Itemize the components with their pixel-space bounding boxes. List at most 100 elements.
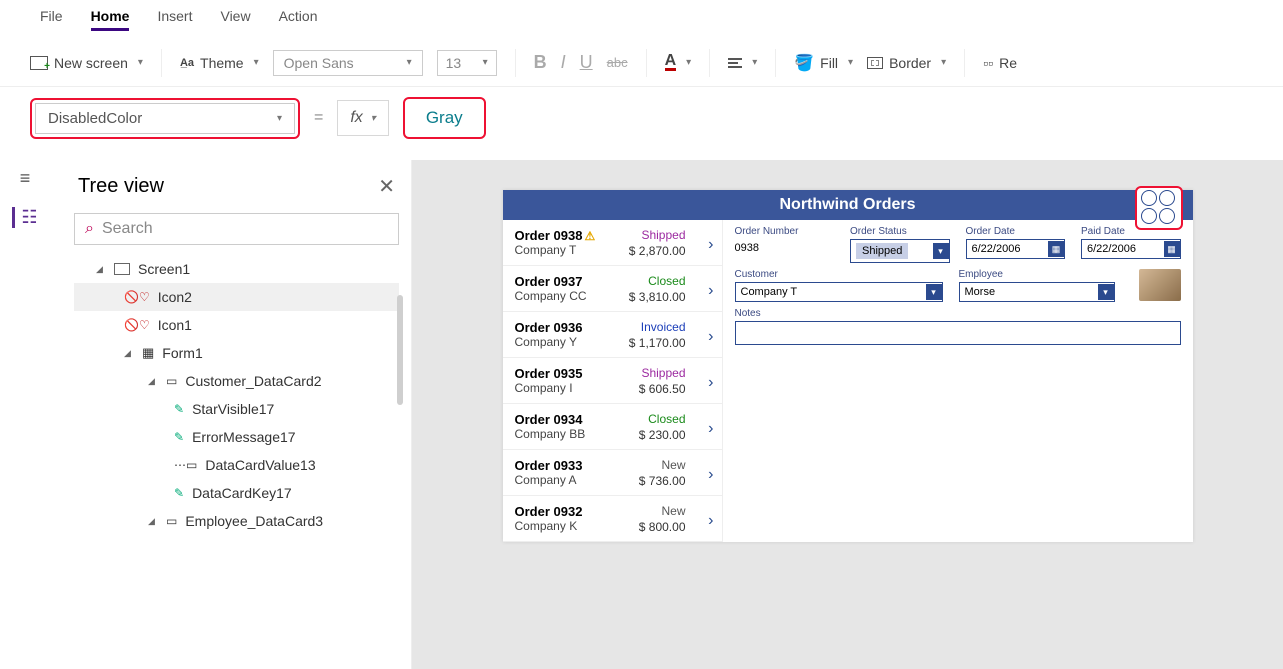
menu-insert[interactable]: Insert [157,8,192,31]
theme-button[interactable]: A̲а Theme ▾ [180,55,259,71]
separator [515,49,516,77]
reorder-icon: ▫▫ [983,55,993,71]
tree-scrollbar[interactable] [397,295,403,405]
menu-home[interactable]: Home [91,8,130,31]
font-family-select[interactable]: Open Sans ▾ [273,50,423,76]
fill-button[interactable]: 🪣 Fill ▾ [794,53,853,73]
label-icon: ✎ [174,402,184,416]
chevron-right-icon: › [708,466,713,484]
border-button[interactable]: Border ▾ [867,55,946,71]
fx-button[interactable]: fx▾ [344,109,381,127]
label-icon: ✎ [174,486,184,500]
order-list-item[interactable]: Order 0935 Company I Shipped $ 606.50 › [503,358,722,404]
app-preview: Northwind Orders Order 0938⚠ Company T S… [503,190,1193,542]
chevron-right-icon: › [708,374,713,392]
font-size-select[interactable]: 13 ▾ [437,50,497,76]
tree-view-icon[interactable]: ☷ [12,207,37,228]
order-list-item[interactable]: Order 0938⚠ Company T Shipped $ 2,870.00… [503,220,722,266]
tree-search-input[interactable]: ⌕ Search [74,213,399,245]
tree-node-icon1[interactable]: 🚫♡ Icon1 [74,311,399,339]
tree-node-icon2[interactable]: 🚫♡Icon2 [74,283,399,311]
employee-label: Employee [959,269,1115,280]
order-date-picker[interactable]: 6/22/2006▦ [966,239,1066,259]
employee-dropdown[interactable]: Morse▾ [959,282,1115,302]
order-status-value: Shipped [856,243,908,259]
menu-action[interactable]: Action [279,8,318,31]
sync-icon: 🚫♡ [124,318,150,332]
tree: ◢Screen1 🚫♡Icon2 🚫♡ Icon1 ◢▦Form1 ◢▭Custo… [74,255,399,535]
notes-input[interactable] [735,321,1181,345]
formula-bar: DisabledColor ▾ = fx▾ Gray [0,87,1283,149]
reorder-button[interactable]: ▫▫ Re [983,55,1017,71]
new-screen-button[interactable]: + New screen ▾ [30,55,143,71]
hamburger-icon[interactable]: ≡ [20,168,31,189]
node-label: StarVisible17 [192,401,274,417]
tree-node-customer-datacard[interactable]: ◢▭Customer_DataCard2 [74,367,399,395]
chevron-down-icon: ▾ [686,57,691,68]
font-color-button[interactable]: A ▾ [665,54,692,71]
customer-value: Company T [741,286,798,298]
separator [161,49,162,77]
annotation-property: DisabledColor ▾ [30,98,300,139]
font-color-icon: A [665,54,677,71]
input-icon: ⋯▭ [174,458,197,472]
order-status: Shipped [641,228,685,242]
property-value: DisabledColor [48,110,142,127]
tree-node-form1[interactable]: ◢▦Form1 [74,339,399,367]
order-list-item[interactable]: Order 0933 Company A New $ 736.00 › [503,450,722,496]
collapse-caret-icon: ◢ [148,516,158,527]
order-list-item[interactable]: Order 0934 Company BB Closed $ 230.00 › [503,404,722,450]
left-rail: ≡ ☷ [0,160,50,228]
node-label: DataCardValue13 [205,457,315,473]
border-icon [867,57,883,69]
chevron-down-icon: ▾ [277,113,282,124]
order-status-dropdown[interactable]: Shipped▾ [850,239,950,263]
order-status: Closed [648,274,685,288]
tree-node-screen1[interactable]: ◢Screen1 [74,255,399,283]
order-gallery[interactable]: Order 0938⚠ Company T Shipped $ 2,870.00… [503,220,723,542]
paid-date-picker[interactable]: 6/22/2006▦ [1081,239,1181,259]
chevron-right-icon: › [708,420,713,438]
strikethrough-button[interactable]: abc [607,55,628,70]
tree-node-employee-datacard[interactable]: ◢▭Employee_DataCard3 [74,507,399,535]
align-button[interactable]: ▾ [728,57,757,68]
separator [709,49,710,77]
screen-icon: + [30,56,48,70]
sync-icon: 🚫♡ [124,290,150,304]
theme-icon: A̲а [180,57,194,69]
border-label: Border [889,55,931,71]
chevron-down-icon: ▾ [483,57,488,68]
tree-node-datacardvalue[interactable]: ⋯▭ DataCardValue13 [74,451,399,479]
bold-button[interactable]: B [534,52,547,73]
order-amount: $ 800.00 [639,520,686,534]
node-label: Customer_DataCard2 [185,373,321,389]
tree-node-errormessage[interactable]: ✎ErrorMessage17 [74,423,399,451]
separator [964,49,965,77]
reorder-label: Re [999,55,1017,71]
menu-file[interactable]: File [40,8,63,31]
theme-label: Theme [200,55,244,71]
close-icon[interactable]: ✕ [378,174,395,199]
underline-button[interactable]: U [580,52,593,73]
employee-photo [1139,269,1181,301]
italic-button[interactable]: I [561,52,566,73]
node-label: Icon1 [158,317,192,333]
tree-node-starvisible[interactable]: ✎ StarVisible17 [74,395,399,423]
order-amount: $ 3,810.00 [629,290,686,304]
order-list-item[interactable]: Order 0932 Company K New $ 800.00 › [503,496,722,542]
order-list-item[interactable]: Order 0936 Company Y Invoiced $ 1,170.00… [503,312,722,358]
detail-form: Order Number0938 Order StatusShipped▾ Or… [723,220,1193,542]
canvas: Northwind Orders Order 0938⚠ Company T S… [412,160,1283,669]
order-status: Closed [648,412,685,426]
property-select[interactable]: DisabledColor ▾ [35,103,295,134]
node-label: DataCardKey17 [192,485,292,501]
order-list-item[interactable]: Order 0937 Company CC Closed $ 3,810.00 … [503,266,722,312]
tree-node-datacardkey[interactable]: ✎ DataCardKey17 [74,479,399,507]
menu-view[interactable]: View [220,8,250,31]
customer-dropdown[interactable]: Company T▾ [735,282,943,302]
fill-icon: 🪣 [794,53,814,73]
formula-input[interactable]: Gray [408,102,481,134]
node-label: Employee_DataCard3 [185,513,323,529]
separator [646,49,647,77]
order-date-label: Order Date [966,226,1066,237]
